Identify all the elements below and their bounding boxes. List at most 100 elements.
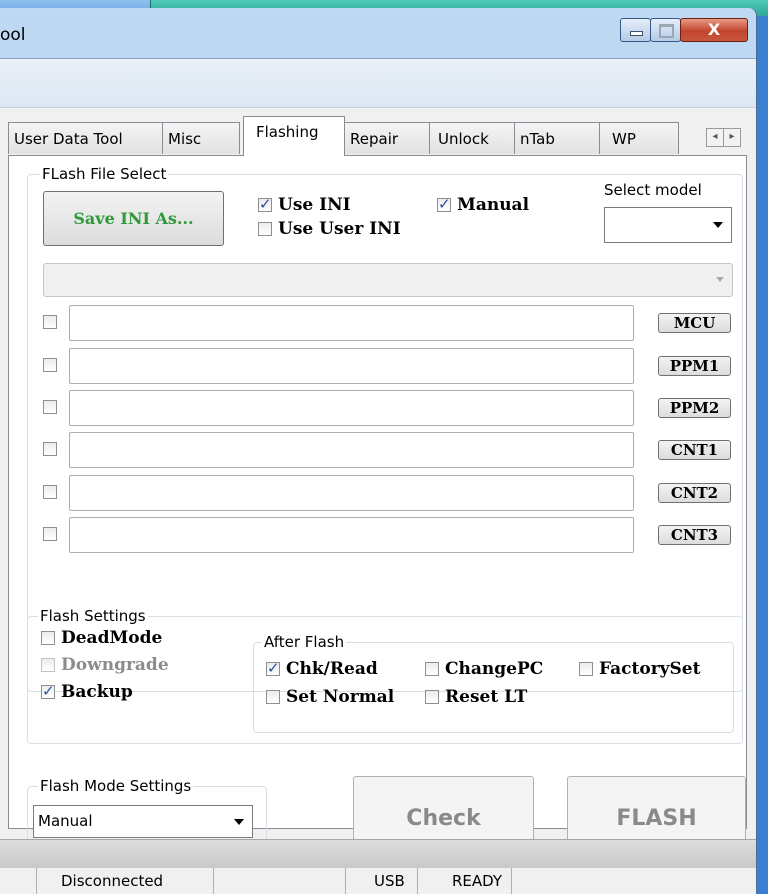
set-normal-box [266, 690, 280, 704]
manual-label: Manual [457, 195, 530, 215]
cnt2-checkbox[interactable] [43, 485, 57, 499]
change-pc-box [425, 662, 439, 676]
ready-status: READY [418, 868, 512, 894]
save-ini-button[interactable]: Save INI As... [43, 191, 224, 246]
deadmode-label: DeadMode [61, 628, 163, 648]
cnt1-path-field[interactable] [69, 432, 634, 468]
chk-read-label: Chk/Read [286, 659, 378, 679]
toolbar-strip [0, 59, 756, 108]
backup-check-icon [41, 682, 55, 700]
maximize-icon [659, 24, 674, 38]
cnt2-path-field[interactable] [69, 475, 634, 511]
flash-settings-legend: Flash Settings [38, 606, 148, 626]
file-row-cnt3: CNT3 [43, 517, 737, 553]
downgrade-checkbox[interactable]: Downgrade [41, 655, 169, 675]
factory-set-checkbox[interactable]: FactorySet [579, 659, 700, 679]
tab-flashing[interactable]: Flashing [243, 116, 345, 156]
set-normal-checkbox[interactable]: Set Normal [266, 687, 394, 707]
flash-settings-group: Flash Settings DeadMode Downgrade Backup… [27, 606, 743, 744]
chevron-down-icon [713, 222, 723, 228]
use-ini-label: Use INI [278, 195, 351, 215]
ini-file-dropdown[interactable] [43, 263, 733, 297]
tab-scroll-right-icon[interactable]: ▸ [723, 128, 741, 147]
use-user-ini-box [258, 222, 272, 236]
downgrade-box [41, 658, 55, 672]
tab-repair[interactable]: Repair [344, 122, 430, 154]
chk-read-check-icon [266, 659, 280, 677]
tab-user-data-tool[interactable]: User Data Tool [8, 122, 163, 154]
minimize-button[interactable] [620, 18, 651, 42]
ppm1-button[interactable]: PPM1 [658, 356, 731, 376]
deadmode-box [41, 631, 55, 645]
window-title: ool [0, 25, 26, 45]
chevron-down-icon [716, 277, 724, 282]
use-ini-check-icon [258, 195, 272, 213]
ppm2-checkbox[interactable] [43, 400, 57, 414]
reset-lt-box [425, 690, 439, 704]
factory-set-label: FactorySet [599, 659, 701, 679]
close-button[interactable]: X [680, 18, 748, 42]
flash-mode-settings-legend: Flash Mode Settings [38, 776, 194, 796]
cnt1-button[interactable]: CNT1 [658, 440, 731, 460]
cnt3-checkbox[interactable] [43, 527, 57, 541]
use-user-ini-label: Use User INI [278, 219, 401, 239]
ppm2-path-field[interactable] [69, 390, 634, 426]
tab-scroll-left-icon[interactable]: ◂ [706, 128, 724, 147]
use-user-ini-checkbox[interactable]: Use User INI [258, 219, 401, 239]
select-model-dropdown[interactable] [604, 207, 732, 243]
port-status: USB [346, 868, 418, 894]
status-bar: Disconnected USB READY [0, 839, 756, 894]
manual-check-icon [437, 195, 451, 213]
use-ini-checkbox[interactable]: Use INI [258, 195, 351, 215]
status-panel-blank [0, 868, 37, 894]
cnt3-path-field[interactable] [69, 517, 634, 553]
cnt2-button[interactable]: CNT2 [658, 483, 731, 503]
status-panels: Disconnected USB READY [0, 868, 756, 894]
close-icon: X [707, 20, 721, 39]
backup-checkbox[interactable]: Backup [41, 682, 133, 702]
tab-strip: User Data Tool Misc Flashing Repair Unlo… [8, 116, 753, 156]
change-pc-checkbox[interactable]: ChangePC [425, 659, 543, 679]
reset-lt-checkbox[interactable]: Reset LT [425, 687, 527, 707]
mcu-button[interactable]: MCU [658, 313, 731, 333]
manual-checkbox[interactable]: Manual [437, 195, 529, 215]
ppm1-path-field[interactable] [69, 348, 634, 384]
cnt3-button[interactable]: CNT3 [658, 525, 731, 545]
maximize-button[interactable] [650, 18, 681, 42]
set-normal-label: Set Normal [286, 687, 395, 707]
flash-mode-dropdown[interactable]: Manual [33, 805, 253, 838]
caption-buttons: X [620, 18, 748, 44]
file-row-ppm1: PPM1 [43, 348, 737, 384]
ppm1-checkbox[interactable] [43, 358, 57, 372]
file-row-mcu: MCU [43, 305, 737, 341]
tab-wp[interactable]: WP [599, 122, 679, 154]
status-panel-blank-2 [214, 868, 346, 894]
select-model-label: Select model [604, 181, 702, 199]
file-row-ppm2: PPM2 [43, 390, 737, 426]
ppm2-button[interactable]: PPM2 [658, 398, 731, 418]
tab-misc[interactable]: Misc [162, 122, 240, 154]
connection-status: Disconnected [37, 868, 214, 894]
deadmode-checkbox[interactable]: DeadMode [41, 628, 162, 648]
client-area: User Data Tool Misc Flashing Repair Unlo… [0, 58, 756, 894]
flash-file-select-legend: FLash File Select [40, 164, 169, 184]
tab-unlock[interactable]: Unlock [429, 122, 515, 154]
minimize-icon [630, 31, 643, 36]
chevron-down-icon [234, 818, 244, 825]
after-flash-group: After Flash Chk/Read ChangePC FactorySet… [253, 632, 734, 733]
file-row-cnt1: CNT1 [43, 432, 737, 468]
chk-read-checkbox[interactable]: Chk/Read [266, 659, 378, 679]
reset-lt-label: Reset LT [445, 687, 528, 707]
factory-set-box [579, 662, 593, 676]
mcu-path-field[interactable] [69, 305, 634, 341]
mcu-checkbox[interactable] [43, 315, 57, 329]
downgrade-label: Downgrade [61, 655, 169, 675]
file-row-cnt2: CNT2 [43, 475, 737, 511]
after-flash-legend: After Flash [262, 632, 347, 652]
progress-strip [0, 839, 756, 869]
cnt1-checkbox[interactable] [43, 442, 57, 456]
tab-ntab[interactable]: nTab [514, 122, 600, 154]
flash-mode-value: Manual [38, 812, 93, 830]
app-window: ool X User Data Tool Misc Flashing Repai… [0, 8, 757, 894]
flashing-tab-page: FLash File Select Save INI As... Use INI… [8, 155, 747, 861]
